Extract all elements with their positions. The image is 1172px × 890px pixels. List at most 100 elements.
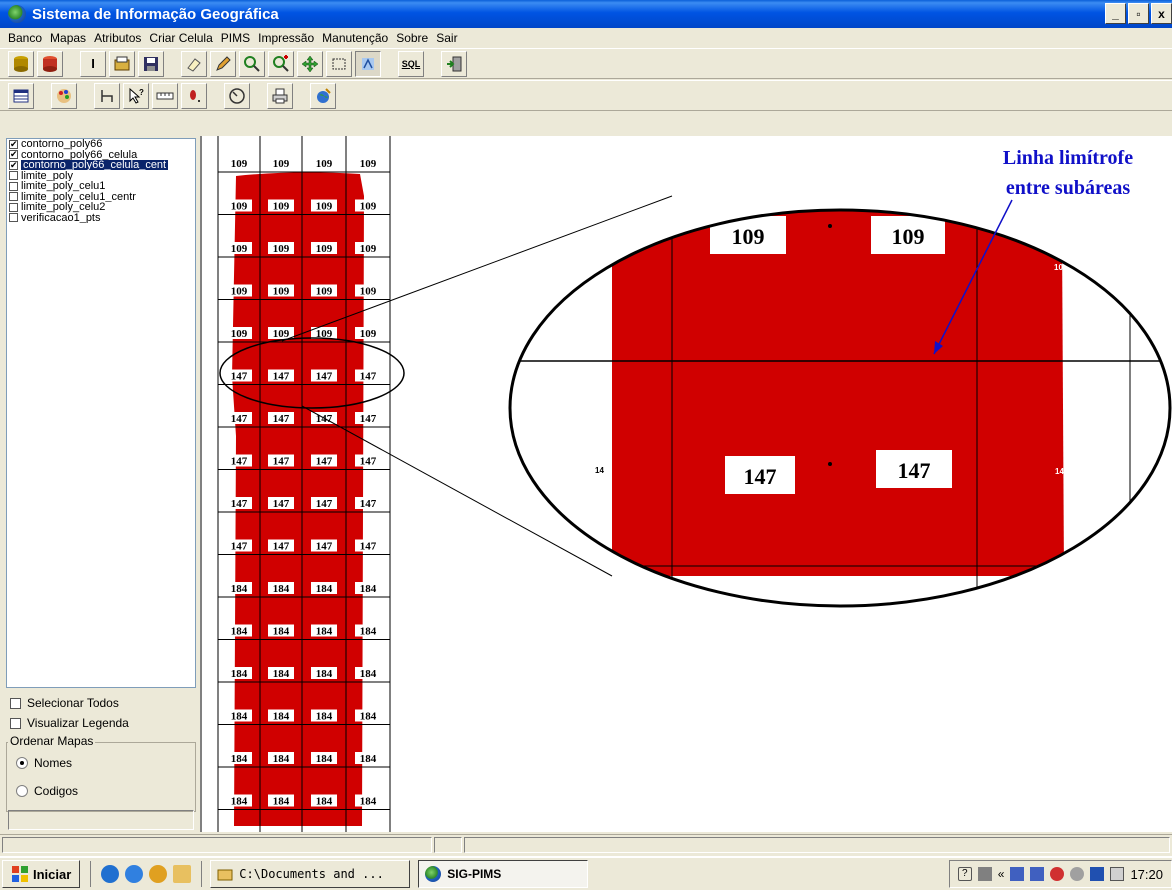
browser-icon[interactable] [125,865,144,883]
clock-button[interactable] [224,82,250,109]
sql-button[interactable]: SQL [398,50,424,77]
layer-item[interactable]: limite_poly [7,170,195,182]
menu-manutencao[interactable]: Manutenção [318,31,392,45]
taskbar-explorer[interactable]: C:\Documents and ... [210,860,411,888]
ruler-button[interactable] [152,82,178,109]
help-pointer-button[interactable]: ? [123,82,149,109]
layer-checkbox[interactable]: ✔ [9,160,18,170]
cell-label: 109 [311,199,337,213]
point-button[interactable] [181,82,207,109]
layer-checkbox[interactable]: ✔ [9,139,18,149]
zoom-in-button[interactable] [268,50,294,77]
maximize-button[interactable]: ▫ [1128,3,1149,24]
svg-text:?: ? [139,88,144,97]
layer-item[interactable]: ✔ contorno_poly66_celula_cent [7,160,195,171]
cell-label: 147 [311,539,337,553]
cell-value: 147 [360,413,377,425]
media-icon[interactable] [149,865,168,883]
cell-value: 109 [273,286,290,298]
cell-value: 147 [360,371,377,383]
layer-checkbox[interactable] [9,202,18,212]
zoom-in-icon [273,54,289,72]
cell-label: 109 [355,199,381,213]
cell-label: 109 [226,157,252,170]
layer-item[interactable]: limite_poly_celu2 [7,202,195,213]
zoom-out-button[interactable] [239,50,265,77]
layer-checkbox[interactable] [9,171,18,181]
select-rect-button[interactable] [326,50,352,77]
menu-atributos[interactable]: Atributos [90,31,145,45]
pencil-button[interactable] [210,50,236,77]
layer-checkbox[interactable]: ✔ [9,150,18,160]
cell-label: 147 [268,454,294,468]
menu-pims[interactable]: PIMS [217,31,254,45]
menu-mapas[interactable]: Mapas [46,31,90,45]
centroid-dot-top [828,224,832,228]
order-by-codes-option[interactable]: Codigos [16,784,78,798]
map-canvas[interactable]: 109 109 109 109 109 109 109 109 109 109 109 109 109 1… [200,136,1172,832]
tray-expand-icon[interactable]: « [998,867,1005,881]
show-legend-checkbox[interactable] [10,717,21,729]
tray-app-icon-5[interactable] [1110,867,1125,881]
tray-app-icon-1[interactable] [1010,867,1025,881]
layer-label: limite_poly [21,170,73,182]
globe-tool-button[interactable] [310,82,336,109]
layer-checkbox[interactable] [9,213,18,223]
order-by-names-option[interactable]: Nomes [16,756,72,770]
cell-value: 109 [316,286,333,298]
menu-criar-celula[interactable]: Criar Celula [145,31,216,45]
cell-value: 109 [360,158,377,170]
tray-app-icon-2[interactable] [1030,867,1045,881]
layer-checkbox[interactable] [9,181,18,191]
cell-label: 109 [268,242,294,255]
names-radio[interactable] [16,757,28,769]
menu-sair[interactable]: Sair [432,31,461,45]
menu-banco[interactable]: Banco [4,31,46,45]
save-button[interactable] [138,50,164,77]
text-tool-button[interactable]: I [80,50,106,77]
network-button[interactable] [94,82,120,109]
pan-button[interactable] [297,50,323,77]
print-button[interactable] [267,82,293,109]
select-all-option[interactable]: Selecionar Todos [10,696,119,710]
layer-item[interactable]: limite_poly_celu1 [7,181,195,192]
tray-app-icon-4[interactable] [1090,867,1105,881]
layer-checkbox[interactable] [9,192,18,202]
eraser-button[interactable] [181,50,207,77]
start-button[interactable]: Iniciar [2,860,81,888]
tray-app-icon-3[interactable] [1070,867,1085,881]
layer-item[interactable]: verificacao1_pts [7,213,195,223]
show-legend-option[interactable]: Visualizar Legenda [10,716,129,730]
cell-value: 147 [273,456,290,468]
select-all-checkbox[interactable] [10,697,21,709]
ie-icon[interactable] [101,865,120,883]
cell-label: 147 [311,497,337,510]
taskbar-sig-pims[interactable]: SIG-PIMS [418,860,589,888]
folder-quick-icon[interactable] [173,865,192,883]
layer-item[interactable]: ✔ contorno_poly66_celula [7,150,195,160]
menu-sobre[interactable]: Sobre [392,31,432,45]
table-button[interactable] [8,82,34,109]
codes-radio[interactable] [16,785,28,797]
antivirus-tray-icon[interactable] [1050,867,1065,881]
open-file-button[interactable] [109,50,135,77]
identify-button[interactable] [355,50,381,77]
help-tray-icon[interactable]: ? [957,867,972,881]
database-close-button[interactable] [37,50,63,77]
exit-button[interactable] [441,50,467,77]
layer-item[interactable]: ✔ contorno_poly66 [7,139,195,150]
zoom-edge-label-right: 14 [1055,467,1064,476]
network-tray-icon[interactable] [977,867,992,881]
close-button[interactable]: x [1151,3,1172,24]
floppy-icon [144,56,158,71]
palette-button[interactable] [51,82,77,109]
map-view[interactable]: 109 109 109 109109 109 109 109109 109 109 109109 1… [202,136,1172,832]
minimize-button[interactable]: _ [1105,3,1126,24]
menu-impressao[interactable]: Impressão [254,31,318,45]
cell-label: 147 [226,497,252,510]
database-open-button[interactable] [8,50,34,77]
layer-item[interactable]: limite_poly_celu1_centr [7,192,195,202]
cell-value: 184 [231,753,248,765]
cell-label: 184 [226,794,252,808]
cell-label: 109 [268,157,294,170]
